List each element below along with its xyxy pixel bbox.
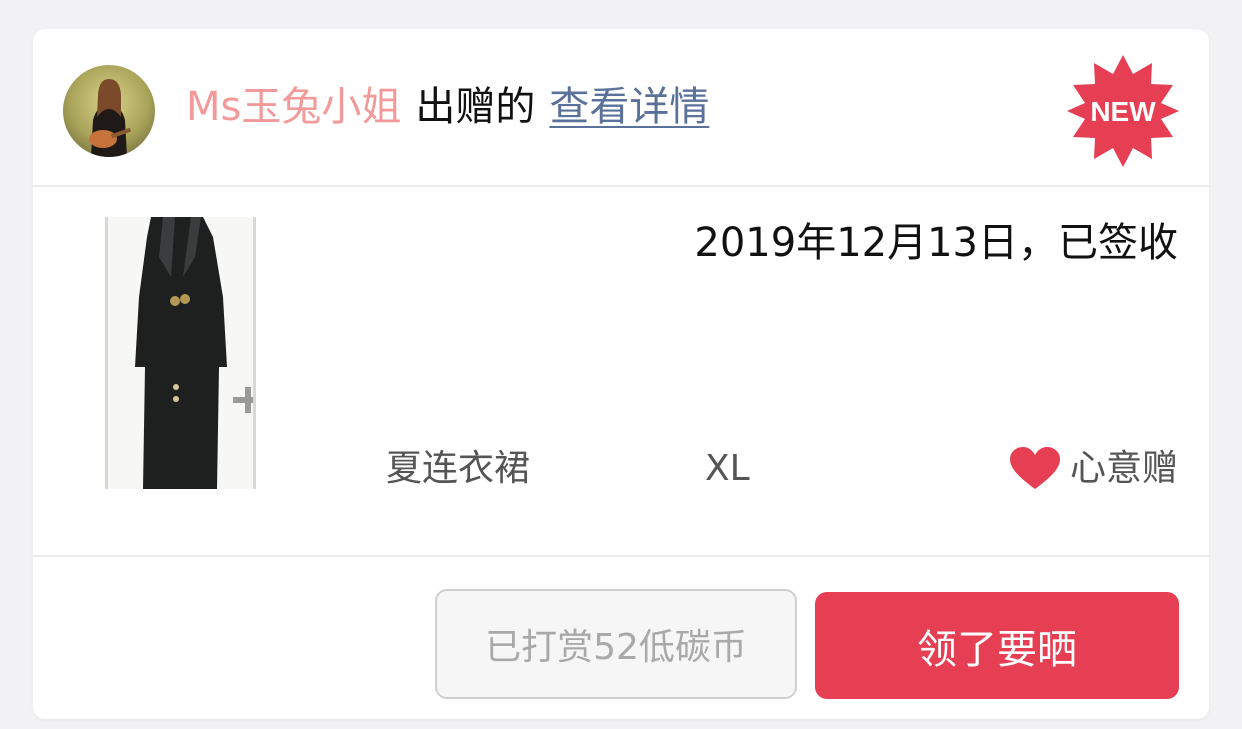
new-badge: NEW <box>1067 55 1179 167</box>
username[interactable]: Ms玉兔小姐 <box>186 84 401 130</box>
product-image[interactable] <box>63 217 295 489</box>
tip-status-button[interactable]: 已打赏52低碳币 <box>435 589 797 699</box>
view-details-link[interactable]: 查看详情 <box>549 84 709 130</box>
card-body: 2019年12月13日，已签收 夏连衣裙 XL 心意赠 <box>33 187 1209 557</box>
heart-icon <box>1009 447 1060 489</box>
new-badge-label: NEW <box>1090 96 1156 127</box>
claim-and-share-button[interactable]: 领了要晒 <box>815 592 1179 699</box>
header-text: Ms玉兔小姐 出赠的 查看详情 <box>186 79 709 135</box>
gift-type-label: 心意赠 <box>1069 448 1178 489</box>
gift-type: 心意赠 <box>1009 445 1178 493</box>
gift-card: Ms玉兔小姐 出赠的 查看详情 NEW 2019年12月13日，已签收 夏连衣裙… <box>33 29 1209 719</box>
item-category: 夏连衣裙 <box>386 448 531 489</box>
signed-status: 2019年12月13日，已签收 <box>694 220 1178 266</box>
item-size: XL <box>705 448 750 489</box>
card-header: Ms玉兔小姐 出赠的 查看详情 NEW <box>33 29 1209 187</box>
avatar[interactable] <box>63 65 155 157</box>
action-text: 出赠的 <box>415 84 536 130</box>
